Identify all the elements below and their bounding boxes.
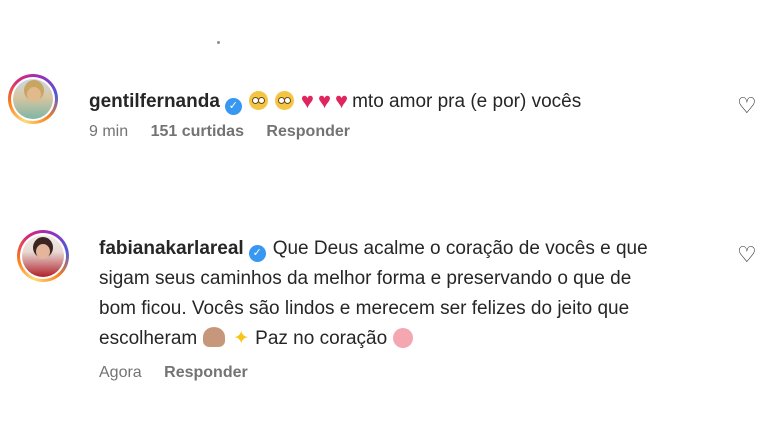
verified-badge-icon: ✓: [224, 98, 242, 115]
sparkles-emoji: ✦: [233, 328, 250, 349]
comment-text-line-last: escolheram ✦ Paz no coração: [99, 324, 719, 354]
verified-badge-icon: ✓: [248, 245, 266, 262]
comment-content: fabianakarlareal ✓ Que Deus acalme o coraç…: [99, 234, 719, 382]
username[interactable]: gentilfernanda: [89, 91, 220, 112]
avatar-image: [13, 79, 53, 119]
pleading-face-emoji: [248, 91, 268, 110]
avatar[interactable]: [17, 230, 69, 282]
avatar[interactable]: [8, 74, 58, 124]
smiling-face-with-hearts-emoji: [393, 328, 414, 348]
username[interactable]: fabianakarlareal: [99, 238, 244, 259]
avatar-image: [22, 235, 64, 277]
comment-time: 9 min: [89, 123, 129, 140]
comment-text-line: sigam seus caminhos da melhor forma e pr…: [99, 268, 632, 289]
red-heart-emoji: ♥: [335, 88, 349, 113]
comment-text-fragment: escolheram: [99, 328, 198, 349]
likes-count[interactable]: 151 curtidas: [151, 123, 244, 140]
comment-time: Agora: [99, 364, 142, 381]
comment-text-line: bom ficou. Vocês são lindos e merecem se…: [99, 298, 630, 319]
comment-text: mto amor pra (e por) vocês: [352, 91, 582, 112]
heart-outline-icon[interactable]: ♡: [737, 242, 757, 268]
pleading-face-emoji: [274, 91, 294, 110]
red-heart-emoji: ♥: [300, 88, 314, 113]
comment-text-line: Que Deus acalme o coração de vocês e que: [272, 238, 648, 259]
comment-text-fragment: Paz no coração: [255, 328, 388, 349]
folded-hands-emoji: [203, 327, 226, 347]
reply-button[interactable]: Responder: [164, 364, 248, 381]
comment-content: gentilfernanda ✓ ♥ ♥ ♥ mto amor pra (e por) v…: [89, 86, 581, 141]
separator-dot: [217, 41, 220, 44]
reply-button[interactable]: Responder: [266, 123, 350, 140]
heart-outline-icon[interactable]: ♡: [737, 93, 757, 119]
red-heart-emoji: ♥: [317, 88, 332, 113]
